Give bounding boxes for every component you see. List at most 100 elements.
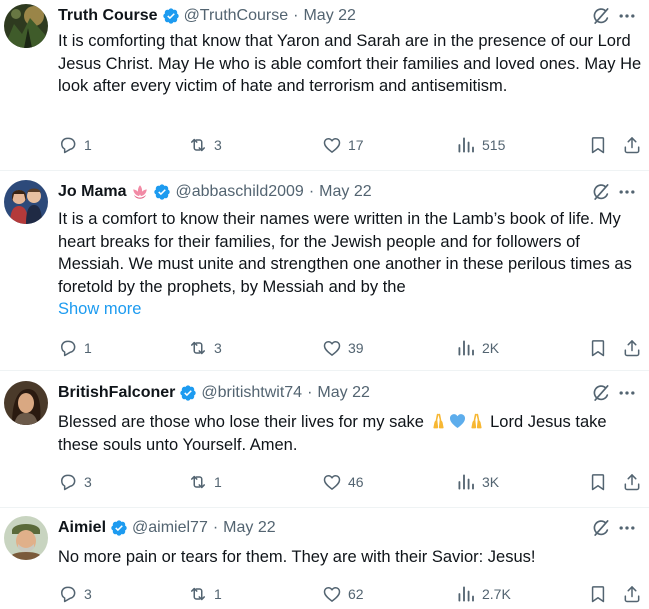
blue-heart-emoji xyxy=(448,411,467,430)
grok-icon[interactable] xyxy=(591,383,611,403)
reply-icon xyxy=(58,338,78,358)
views-button[interactable]: 2.7K xyxy=(456,582,511,606)
bookmark-icon[interactable] xyxy=(588,472,608,492)
handle[interactable]: @abbaschild2009 xyxy=(175,183,303,201)
tweet-text-content: It is a comfort to know their names were… xyxy=(58,210,632,296)
repost-button[interactable]: 1 xyxy=(188,470,222,494)
repost-button[interactable]: 1 xyxy=(188,582,222,606)
like-count: 39 xyxy=(348,340,364,356)
avatar[interactable] xyxy=(4,180,48,224)
more-icon[interactable] xyxy=(617,182,637,202)
display-name[interactable]: Jo Mama xyxy=(58,183,126,201)
handle[interactable]: @britishtwit74 xyxy=(201,384,302,402)
repost-icon xyxy=(188,472,208,492)
tweet-text-content: No more pain or tears for them. They are… xyxy=(58,548,536,566)
display-name[interactable]: Truth Course xyxy=(58,7,158,25)
bookmark-icon[interactable] xyxy=(588,135,608,155)
action-bar: 3 1 62 2.7K xyxy=(58,582,648,606)
reply-count: 3 xyxy=(84,586,92,602)
separator: · xyxy=(212,519,219,536)
share-icon[interactable] xyxy=(622,584,642,604)
tweet-text: It is comforting that know that Yaron an… xyxy=(58,30,643,98)
tweet-text: No more pain or tears for them. They are… xyxy=(58,546,643,569)
display-name[interactable]: Aimiel xyxy=(58,519,106,537)
verified-badge-icon xyxy=(110,519,128,537)
views-button[interactable]: 3K xyxy=(456,470,499,494)
tweet-text-content: Blessed are those who lose their lives f… xyxy=(58,411,643,456)
like-icon xyxy=(322,472,342,492)
views-count: 2K xyxy=(482,340,500,356)
avatar[interactable] xyxy=(4,516,48,560)
more-icon[interactable] xyxy=(617,383,637,403)
text-before: Blessed are those who lose their lives f… xyxy=(58,413,429,431)
views-button[interactable]: 2K xyxy=(456,336,499,360)
timestamp[interactable]: May 22 xyxy=(303,7,355,25)
tweet-4[interactable]: Aimiel @aimiel77 · May 22 No more pain o… xyxy=(0,512,649,609)
avatar[interactable] xyxy=(4,4,48,48)
repost-button[interactable]: 3 xyxy=(188,133,222,157)
reply-count: 1 xyxy=(84,340,92,356)
views-icon xyxy=(456,135,476,155)
grok-icon[interactable] xyxy=(591,6,611,26)
grok-icon[interactable] xyxy=(591,518,611,538)
like-count: 46 xyxy=(348,474,364,490)
more-icon[interactable] xyxy=(617,518,637,538)
bookmark-icon[interactable] xyxy=(588,338,608,358)
views-count: 515 xyxy=(482,137,506,153)
share-icon[interactable] xyxy=(622,472,642,492)
like-count: 62 xyxy=(348,586,364,602)
handle[interactable]: @aimiel77 xyxy=(132,519,208,537)
more-icon[interactable] xyxy=(617,6,637,26)
handle[interactable]: @TruthCourse xyxy=(184,7,289,25)
tweet-2[interactable]: Jo Mama @abbaschild2009 · May 22 It is a… xyxy=(0,176,649,371)
like-button[interactable]: 46 xyxy=(322,470,364,494)
repost-button[interactable]: 3 xyxy=(188,336,222,360)
tweet-3[interactable]: BritishFalconer @britishtwit74 · May 22 … xyxy=(0,377,649,508)
views-button[interactable]: 515 xyxy=(456,133,505,157)
views-icon xyxy=(456,338,476,358)
repost-count: 1 xyxy=(214,474,222,490)
repost-icon xyxy=(188,338,208,358)
praying-hands-emoji xyxy=(467,411,486,430)
praying-hands-emoji xyxy=(429,411,448,430)
repost-count: 3 xyxy=(214,137,222,153)
lotus-emoji xyxy=(131,183,149,201)
tweet-text: It is a comfort to know their names were… xyxy=(58,208,643,321)
reply-button[interactable]: 1 xyxy=(58,336,92,360)
display-name[interactable]: BritishFalconer xyxy=(58,384,175,402)
views-icon xyxy=(456,472,476,492)
action-bar: 3 1 46 3K xyxy=(58,470,648,494)
tweet-1[interactable]: Truth Course @TruthCourse · May 22 It is… xyxy=(0,0,649,171)
separator: · xyxy=(307,384,313,401)
verified-badge-icon xyxy=(162,7,180,25)
share-icon[interactable] xyxy=(622,135,642,155)
share-icon[interactable] xyxy=(622,338,642,358)
timestamp[interactable]: May 22 xyxy=(223,519,275,537)
bookmark-icon[interactable] xyxy=(588,584,608,604)
reply-button[interactable]: 3 xyxy=(58,582,92,606)
separator: · xyxy=(308,183,315,200)
like-button[interactable]: 39 xyxy=(322,336,364,360)
show-more-link[interactable]: Show more xyxy=(58,300,141,318)
reply-icon xyxy=(58,472,78,492)
reply-button[interactable]: 1 xyxy=(58,133,92,157)
like-icon xyxy=(322,584,342,604)
action-bar: 1 3 17 515 xyxy=(58,133,648,157)
reply-button[interactable]: 3 xyxy=(58,470,92,494)
timestamp[interactable]: May 22 xyxy=(317,384,369,402)
action-bar: 1 3 39 2K xyxy=(58,336,648,360)
like-button[interactable]: 62 xyxy=(322,582,364,606)
verified-badge-icon xyxy=(179,384,197,402)
tweet-text-content: It is comforting that know that Yaron an… xyxy=(58,32,642,95)
separator: · xyxy=(293,7,299,24)
like-button[interactable]: 17 xyxy=(322,133,364,157)
grok-icon[interactable] xyxy=(591,182,611,202)
views-icon xyxy=(456,584,476,604)
views-count: 2.7K xyxy=(482,586,511,602)
avatar[interactable] xyxy=(4,381,48,425)
views-count: 3K xyxy=(482,474,500,490)
verified-badge-icon xyxy=(153,183,171,201)
timestamp[interactable]: May 22 xyxy=(319,183,371,201)
reply-icon xyxy=(58,584,78,604)
repost-count: 3 xyxy=(214,340,222,356)
